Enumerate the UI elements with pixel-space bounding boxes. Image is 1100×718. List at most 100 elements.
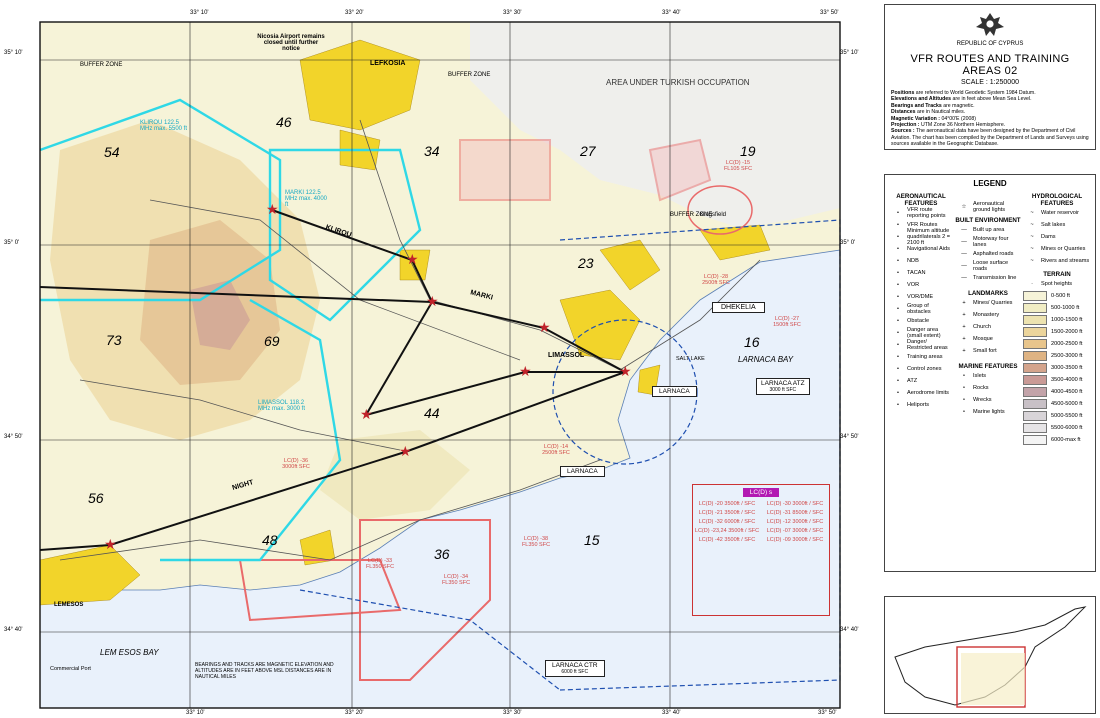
legend-item-label: Danger area (small extent): [907, 327, 941, 339]
training-label: MARKI 122.5 MHz max. 4000 ft: [285, 190, 328, 208]
chart-note-text: are in Nautical miles.: [915, 109, 966, 116]
inset-map-panel: [884, 596, 1096, 714]
legend-item-label: Aeronautical ground lights: [973, 201, 1006, 213]
legend-item-label: Heliports: [907, 402, 930, 408]
legend-item-label: Training areas: [907, 354, 943, 360]
legend-item: ∘ Rocks: [955, 382, 1021, 394]
quadrant-number: 69: [264, 333, 280, 349]
terrain-swatch: [1023, 327, 1047, 337]
larnaca-vor-box: LARNACA: [652, 386, 697, 397]
terrain-swatch: [1023, 387, 1047, 397]
chart-note-key: Elevations and Altitudes: [891, 96, 952, 103]
legend-symbol-icon: —: [961, 263, 967, 269]
grid-label-top: 33° 40': [662, 10, 681, 16]
legend-item: + Church: [955, 321, 1021, 333]
legend-symbol-icon: ∘: [962, 409, 966, 415]
legend-aero-heading: AERONAUTICAL FEATURES: [896, 193, 946, 207]
buffer-zone-label: BUFFER ZONE: [80, 62, 123, 68]
legend-panel: LEGEND AERONAUTICAL FEATURES • VFR route …: [884, 174, 1096, 572]
legend-item: + Small fort: [955, 345, 1021, 357]
legend-item-label: Obstacle: [907, 318, 930, 324]
legend-item-label: Motorway four lanes: [973, 236, 1009, 248]
legend-item: ~ Dams: [1023, 231, 1091, 243]
grid-label-top: 33° 50': [820, 10, 839, 16]
chart-scale: SCALE : 1:250000: [961, 79, 1019, 86]
terrain-band-label: 5500-6000 ft: [1051, 425, 1083, 431]
legend-item-label: Church: [973, 324, 992, 330]
legend-symbol-icon: ~: [1030, 234, 1034, 240]
lcd-list-item: LC(D) -21 3500ft / SFC: [698, 510, 756, 516]
legend-symbol-icon: •: [897, 402, 899, 408]
chart-note-text: UTM Zone 36 Northern Hemisphere.: [919, 122, 1006, 129]
legend-item-label: Water reservoir: [1041, 210, 1080, 216]
grid-label-left: 34° 40': [4, 627, 23, 633]
legend-item: — Asphalted roads: [955, 248, 1021, 260]
legend-symbol-icon: •: [897, 270, 899, 276]
legend-item: + Mines/ Quarries: [955, 297, 1021, 309]
legend-symbol-icon: —: [961, 275, 967, 281]
chart-notes: Positions are referred to World Geodetic…: [891, 90, 1089, 148]
legend-spot-heights: · Spot heights: [1023, 278, 1091, 290]
danger-label: LC(D) -27 1500ft SFC: [773, 316, 801, 328]
legend-item-label: Built up area: [973, 227, 1005, 233]
legend-built-heading: BUILT ENVIRONMENT: [955, 217, 1021, 224]
terrain-band: 3000-3500 ft: [1023, 362, 1091, 374]
legend-title: LEGEND: [973, 179, 1007, 188]
terrain-band-label: 1500-2000 ft: [1051, 329, 1083, 335]
chart-note-key: Distances: [891, 109, 916, 116]
legend-symbol-icon: ∘: [962, 397, 966, 403]
commercial-port-label: Commercial Port: [50, 666, 91, 672]
terrain-swatch: [1023, 411, 1047, 421]
quadrant-number: 54: [104, 144, 120, 160]
terrain-swatch: [1023, 315, 1047, 325]
legend-item: • Heliports: [889, 399, 953, 411]
quadrant-number: 16: [744, 334, 760, 350]
legend-item-label: VFR route reporting points: [907, 207, 946, 219]
legend-item-label: NDB: [907, 258, 919, 264]
legend-symbol-icon: •: [897, 222, 899, 228]
legend-item: • VFR route reporting points: [889, 207, 953, 219]
legend-aero2-list: ☆ Aeronautical ground lights: [955, 201, 1021, 213]
legend-spot-heights-label: Spot heights: [1041, 281, 1073, 287]
legend-item-label: Small fort: [973, 348, 997, 354]
legend-symbol-icon: +: [962, 312, 966, 318]
terrain-band: 500-1000 ft: [1023, 302, 1091, 314]
terrain-swatch: [1023, 339, 1047, 349]
dhekelia-box: DHEKELIA: [712, 302, 765, 313]
lcd-list-title: LC(D) s: [743, 488, 779, 497]
legend-hydro-heading: HYDROLOGICAL FEATURES: [1031, 193, 1083, 207]
chart-note-text: 04°00'E (2008): [940, 115, 976, 122]
legend-item-label: Mines/ Quarries: [973, 300, 1013, 306]
legend-item-label: Aerodrome limits: [907, 390, 949, 396]
reporting-point: ★: [360, 406, 373, 422]
quadrant-number: 44: [424, 405, 440, 421]
legend-symbol-icon: —: [961, 251, 967, 257]
quadrant-number: 15: [584, 532, 600, 548]
legend-symbol-icon: —: [961, 227, 967, 233]
legend-item-label: Wrecks: [973, 397, 992, 403]
legend-item: ~ Salt lakes: [1023, 219, 1091, 231]
grid-label-left: 35° 0': [4, 240, 20, 246]
reporting-point: ★: [538, 319, 551, 335]
grid-label-right: 34° 50': [840, 434, 859, 440]
quadrant-number: 73: [106, 332, 122, 348]
legend-item-label: Marine lights: [973, 409, 1005, 415]
legend-item: • VOR/DME: [889, 291, 953, 303]
terrain-band: 4000-4500 ft: [1023, 386, 1091, 398]
lcd-list-item: LC(D) -31 8500ft / SFC: [766, 510, 824, 516]
reporting-point: ★: [266, 201, 279, 217]
terrain-swatch: [1023, 435, 1047, 445]
legend-item: — Built up area: [955, 224, 1021, 236]
reporting-point: ★: [426, 293, 439, 309]
lcd-list-item: LC(D) -32 6000ft / SFC: [698, 519, 756, 525]
legend-item: ∘ Wrecks: [955, 394, 1021, 406]
lemesos-bay-label: LEM ESOS BAY: [100, 648, 159, 657]
grid-label-top: 33° 30': [503, 10, 522, 16]
larnaca-atz-box: LARNACA ATZ 3000 ft SFC: [756, 378, 810, 395]
legend-symbol-icon: ~: [1030, 258, 1034, 264]
legend-aero-column: AERONAUTICAL FEATURES • VFR route reporti…: [889, 193, 953, 411]
terrain-band-label: 3500-4000 ft: [1051, 377, 1083, 383]
legend-symbol-icon: •: [897, 234, 899, 240]
legend-symbol-icon: —: [961, 239, 967, 245]
terrain-band: 1000-1500 ft: [1023, 314, 1091, 326]
